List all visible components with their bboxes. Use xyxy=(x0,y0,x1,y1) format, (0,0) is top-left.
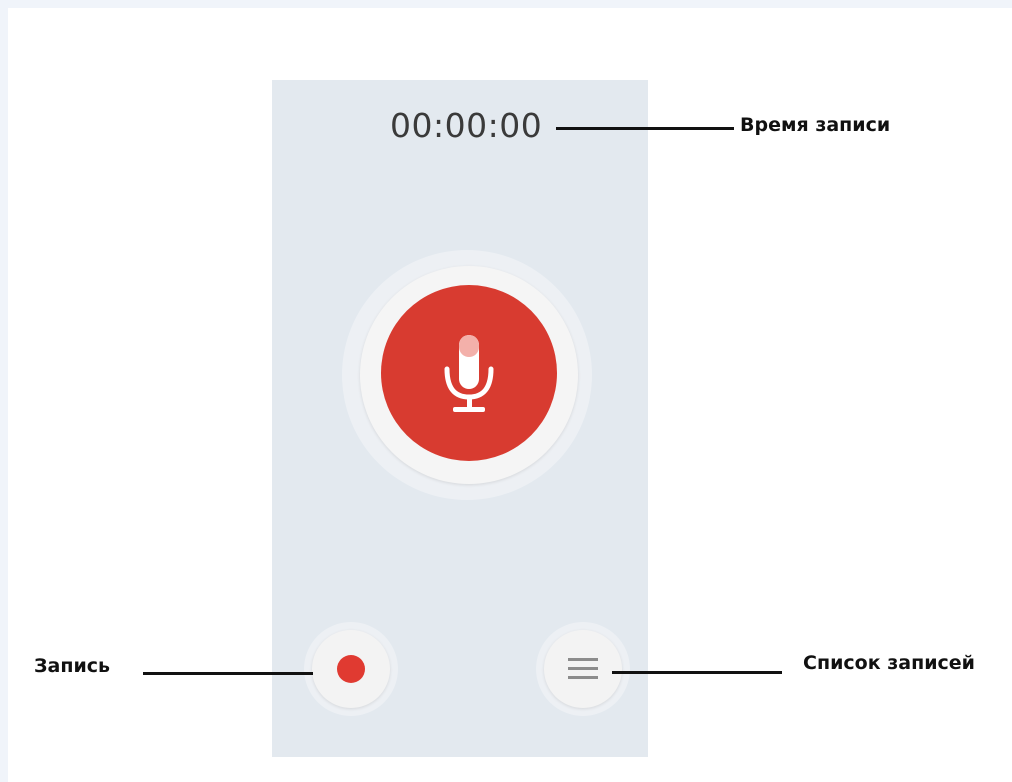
recording-time-leader-line xyxy=(556,127,734,130)
record-callout: Запись xyxy=(34,655,111,677)
microphone-record-button[interactable] xyxy=(381,285,557,461)
recording-time-callout: Время записи xyxy=(740,114,891,136)
left-edge-strip xyxy=(0,0,8,782)
recording-timer: 00:00:00 xyxy=(390,106,543,145)
recordings-list-button[interactable] xyxy=(544,630,622,708)
recordings-list-leader-line xyxy=(612,671,782,674)
microphone-icon xyxy=(444,335,494,412)
record-dot-icon xyxy=(337,655,365,683)
record-button[interactable] xyxy=(312,630,390,708)
list-icon xyxy=(568,658,598,679)
top-edge-strip xyxy=(0,0,1012,8)
record-leader-line xyxy=(143,672,313,675)
recordings-list-callout: Список записей xyxy=(803,652,975,674)
